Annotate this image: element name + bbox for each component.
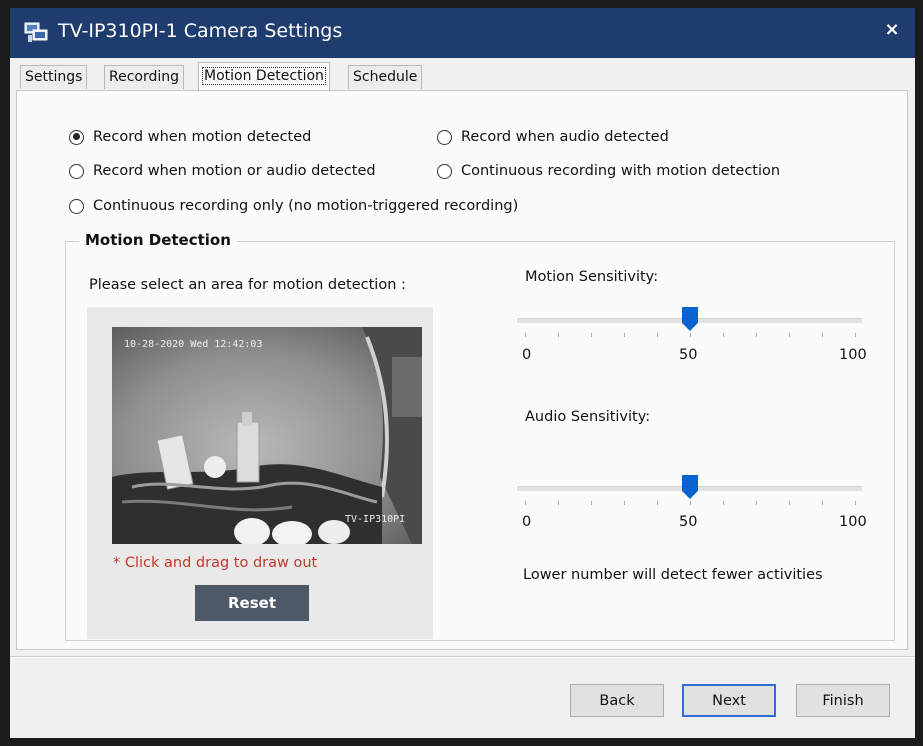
slider-tick [690, 333, 691, 337]
tab-strip: Settings Recording Motion Detection Sche… [10, 58, 915, 91]
motion-min-label: 0 [522, 347, 532, 363]
radio-button[interactable] [437, 129, 452, 145]
close-button[interactable]: × [879, 16, 905, 42]
radio-record-motion-or-audio-label[interactable]: Record when motion or audio detected [93, 163, 376, 179]
camera-preview-panel: 10-28-2020 Wed 12:42:03 TV-IP310PI * Cli… [87, 307, 433, 639]
camera-settings-window: TV-IP310PI-1 Camera Settings × Settings … [10, 8, 915, 738]
radio-button-checked[interactable] [69, 129, 84, 145]
radio-button[interactable] [69, 198, 84, 214]
audio-sensitivity-label: Audio Sensitivity: [525, 409, 651, 425]
radio-record-motion-label[interactable]: Record when motion detected [93, 129, 311, 145]
slider-tick [855, 501, 856, 505]
motion-sensitivity-slider[interactable] [517, 307, 862, 343]
radio-button[interactable] [69, 163, 84, 179]
motion-detection-panel: Record when motion detected Record when … [16, 90, 908, 650]
next-button[interactable]: Next [682, 684, 776, 717]
audio-max-label: 100 [839, 514, 867, 530]
radio-continuous-only-label[interactable]: Continuous recording only (no motion-tri… [93, 198, 518, 214]
motion-sensitivity-label: Motion Sensitivity: [525, 269, 659, 285]
slider-tick [558, 501, 559, 505]
slider-tick [525, 501, 526, 505]
back-button[interactable]: Back [570, 684, 664, 717]
slider-tick [558, 333, 559, 337]
radio-button[interactable] [437, 163, 452, 179]
slider-tick [789, 333, 790, 337]
slider-tick [822, 333, 823, 337]
tab-schedule[interactable]: Schedule [348, 65, 423, 89]
radio-continuous-with-motion[interactable]: Continuous recording with motion detecti… [437, 163, 780, 179]
motion-detection-group-title: Motion Detection [79, 231, 237, 249]
app-camera-icon [24, 22, 48, 42]
camera-timestamp: 10-28-2020 Wed 12:42:03 [124, 339, 262, 350]
radio-record-audio-label[interactable]: Record when audio detected [461, 129, 669, 145]
slider-tick [822, 501, 823, 505]
radio-record-motion-or-audio[interactable]: Record when motion or audio detected [69, 163, 376, 179]
slider-tick [525, 333, 526, 337]
radio-continuous-with-motion-label[interactable]: Continuous recording with motion detecti… [461, 163, 780, 179]
reset-button[interactable]: Reset [195, 585, 309, 621]
tab-recording[interactable]: Recording [104, 65, 185, 89]
audio-mid-label: 50 [679, 514, 698, 530]
audio-min-label: 0 [522, 514, 532, 530]
draw-hint: * Click and drag to draw out [113, 555, 318, 571]
area-prompt: Please select an area for motion detecti… [89, 277, 406, 293]
tab-settings-label[interactable]: Settings [25, 69, 82, 85]
slider-tick [690, 501, 691, 505]
tab-motion-detection-label[interactable]: Motion Detection [202, 67, 326, 85]
slider-tick [624, 333, 625, 337]
close-icon[interactable]: × [884, 19, 899, 40]
radio-record-audio[interactable]: Record when audio detected [437, 129, 669, 145]
slider-tick [591, 333, 592, 337]
camera-snapshot[interactable]: 10-28-2020 Wed 12:42:03 TV-IP310PI [112, 327, 422, 544]
footer-divider-highlight [10, 657, 915, 658]
camera-preview-area[interactable]: 10-28-2020 Wed 12:42:03 TV-IP310PI [112, 327, 422, 544]
audio-sensitivity-thumb[interactable] [682, 475, 698, 499]
tab-motion-detection[interactable]: Motion Detection [198, 62, 330, 91]
radio-continuous-only[interactable]: Continuous recording only (no motion-tri… [69, 198, 518, 214]
radio-record-motion[interactable]: Record when motion detected [69, 129, 311, 145]
sensitivity-note: Lower number will detect fewer activitie… [523, 567, 823, 583]
audio-sensitivity-slider[interactable] [517, 475, 862, 511]
tab-schedule-label[interactable]: Schedule [353, 69, 417, 85]
motion-max-label: 100 [839, 347, 867, 363]
motion-mid-label: 50 [679, 347, 698, 363]
slider-tick [624, 501, 625, 505]
slider-tick [855, 333, 856, 337]
slider-tick [723, 501, 724, 505]
slider-tick [723, 333, 724, 337]
slider-tick [756, 501, 757, 505]
camera-name-overlay: TV-IP310PI [345, 514, 405, 525]
slider-tick [591, 501, 592, 505]
tab-recording-label[interactable]: Recording [109, 69, 179, 85]
finish-button[interactable]: Finish [796, 684, 890, 717]
window-title: TV-IP310PI-1 Camera Settings [58, 20, 343, 42]
tab-settings[interactable]: Settings [20, 65, 88, 89]
slider-tick [657, 501, 658, 505]
title-bar: TV-IP310PI-1 Camera Settings × [10, 8, 915, 58]
motion-sensitivity-thumb[interactable] [682, 307, 698, 331]
slider-tick [657, 333, 658, 337]
slider-tick [756, 333, 757, 337]
slider-tick [789, 501, 790, 505]
